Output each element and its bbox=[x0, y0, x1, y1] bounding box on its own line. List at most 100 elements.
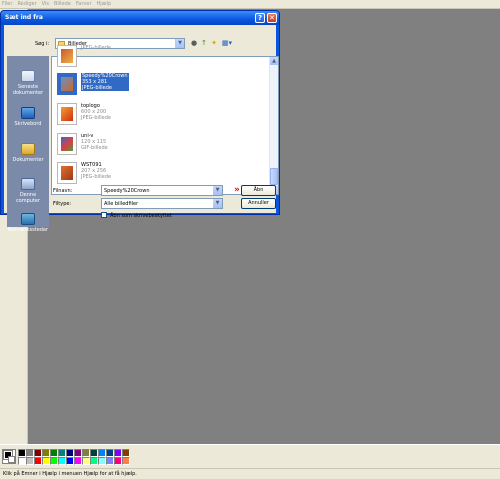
file-type: JPEG-billede bbox=[81, 174, 111, 180]
file-list[interactable]: JPEG-billede Speedy%20Crown 353 x 281 JP… bbox=[51, 45, 279, 195]
color-swatch[interactable] bbox=[90, 457, 98, 465]
chevron-down-icon[interactable]: ▼ bbox=[213, 186, 222, 195]
readonly-checkbox[interactable] bbox=[101, 212, 107, 218]
file-type: GIF-billede bbox=[81, 145, 108, 151]
file-type: JPEG-billede bbox=[82, 85, 112, 91]
color-swatch[interactable] bbox=[42, 449, 50, 457]
color-swatch[interactable] bbox=[26, 457, 34, 465]
place-documents[interactable]: Dokumenter bbox=[7, 143, 49, 163]
file-thumbnail bbox=[57, 162, 77, 184]
color-swatch[interactable] bbox=[58, 449, 66, 457]
color-swatch[interactable] bbox=[106, 449, 114, 457]
place-label: Dokumenter bbox=[12, 157, 44, 163]
color-swatch[interactable] bbox=[66, 449, 74, 457]
color-swatch[interactable] bbox=[18, 457, 26, 465]
color-swatch[interactable] bbox=[114, 457, 122, 465]
scroll-thumb[interactable] bbox=[270, 168, 278, 185]
open-button[interactable]: Åbn bbox=[241, 185, 276, 196]
file-thumbnail bbox=[57, 45, 77, 67]
color-swatch[interactable] bbox=[74, 457, 82, 465]
color-swatch[interactable] bbox=[74, 449, 82, 457]
dialog-title: Sæt ind fra bbox=[5, 14, 43, 21]
color-swatch[interactable] bbox=[66, 457, 74, 465]
color-swatch[interactable] bbox=[34, 457, 42, 465]
file-type: JPEG-billede bbox=[81, 45, 111, 51]
list-item[interactable]: uni-v 120 x 115 GIF-billede bbox=[57, 131, 257, 157]
place-label: Seneste dokumenter bbox=[12, 84, 44, 96]
insert-from-dialog: Sæt ind fra ? ✕ Søg i: Billeder ▼ ● ↑ ✦ … bbox=[0, 10, 280, 233]
lookin-label: Søg i: bbox=[35, 41, 50, 47]
status-text: Klik på Emner i Hjælp i menuen Hjælp for… bbox=[3, 471, 137, 477]
scroll-up-icon[interactable]: ▲ bbox=[270, 57, 278, 65]
file-info: toplogo 600 x 200 JPEG-billede bbox=[81, 103, 111, 121]
filename-field[interactable]: Speedy%20Crown ▼ bbox=[101, 185, 223, 196]
color-swatch[interactable] bbox=[98, 457, 106, 465]
color-swatch[interactable] bbox=[34, 449, 42, 457]
menu-view[interactable]: Vis bbox=[42, 1, 49, 7]
dialog-titlebar[interactable]: Sæt ind fra ? ✕ bbox=[1, 11, 279, 25]
file-list-scrollbar[interactable]: ▲ ▼ bbox=[269, 57, 278, 194]
dialog-client: Søg i: Billeder ▼ ● ↑ ✦ ▦▾ Seneste dokum… bbox=[4, 25, 279, 233]
color-swatch[interactable] bbox=[50, 449, 58, 457]
recent-documents-icon bbox=[21, 70, 35, 82]
background-color bbox=[8, 456, 15, 463]
color-swatch[interactable] bbox=[58, 457, 66, 465]
menu-help[interactable]: Hjælp bbox=[97, 1, 112, 7]
color-swatch[interactable] bbox=[18, 449, 26, 457]
filetype-value: Alle billedfiler bbox=[104, 201, 139, 207]
color-swatch[interactable] bbox=[50, 457, 58, 465]
menu-file[interactable]: Filer bbox=[2, 1, 12, 7]
filetype-label: Filtype: bbox=[53, 201, 72, 207]
file-info: Speedy%20Crown 353 x 281 JPEG-billede bbox=[81, 73, 129, 91]
filename-label: Filnavn: bbox=[53, 188, 73, 194]
list-item[interactable]: WST091 207 x 256 JPEG-billede bbox=[57, 160, 257, 186]
color-swatch[interactable] bbox=[82, 449, 90, 457]
close-icon[interactable]: ✕ bbox=[267, 13, 277, 23]
color-swatch[interactable] bbox=[26, 449, 34, 457]
red-arrow-icon: » bbox=[234, 185, 240, 195]
place-recent[interactable]: Seneste dokumenter bbox=[7, 70, 49, 96]
file-thumbnail bbox=[57, 73, 77, 95]
color-swatch[interactable] bbox=[98, 449, 106, 457]
my-documents-icon bbox=[21, 143, 35, 155]
help-icon[interactable]: ? bbox=[255, 13, 265, 23]
status-bar: Klik på Emner i Hjælp i menuen Hjælp for… bbox=[0, 468, 500, 479]
menu-edit[interactable]: Rediger bbox=[17, 1, 36, 7]
current-colors bbox=[2, 449, 16, 464]
chevron-down-icon[interactable]: ▼ bbox=[213, 199, 222, 208]
list-item[interactable]: JPEG-billede bbox=[57, 43, 257, 69]
places-bar: Seneste dokumenter Skrivebord Dokumenter… bbox=[7, 56, 49, 233]
color-swatch[interactable] bbox=[122, 449, 130, 457]
place-label: Netværkssteder bbox=[7, 227, 49, 233]
file-type: JPEG-billede bbox=[81, 115, 111, 121]
color-swatch[interactable] bbox=[90, 449, 98, 457]
file-info: uni-v 120 x 115 GIF-billede bbox=[81, 133, 108, 151]
place-label: Skrivebord bbox=[14, 121, 42, 127]
menu-colors[interactable]: Farver bbox=[76, 1, 92, 7]
menu-image[interactable]: Billede bbox=[54, 1, 71, 7]
list-item[interactable]: toplogo 600 x 200 JPEG-billede bbox=[57, 101, 257, 127]
place-label: Denne computer bbox=[15, 192, 41, 204]
color-swatch[interactable] bbox=[82, 457, 90, 465]
filetype-select[interactable]: Alle billedfiler ▼ bbox=[101, 198, 223, 209]
color-swatch[interactable] bbox=[114, 449, 122, 457]
menu-bar: Filer Rediger Vis Billede Farver Hjælp bbox=[0, 0, 500, 9]
color-swatch[interactable] bbox=[106, 457, 114, 465]
place-desktop[interactable]: Skrivebord bbox=[7, 107, 49, 127]
color-swatch[interactable] bbox=[122, 457, 130, 465]
color-swatches bbox=[18, 449, 130, 465]
list-item[interactable]: Speedy%20Crown 353 x 281 JPEG-billede bbox=[57, 71, 257, 97]
cancel-button[interactable]: Annuller bbox=[241, 198, 276, 209]
file-info: WST091 207 x 256 JPEG-billede bbox=[81, 162, 111, 180]
place-network[interactable]: Netværkssteder bbox=[7, 213, 49, 233]
readonly-label: Åbn som skrivebeskyttet bbox=[110, 213, 172, 219]
place-computer[interactable]: Denne computer bbox=[7, 178, 49, 204]
file-thumbnail bbox=[57, 133, 77, 155]
filename-value: Speedy%20Crown bbox=[104, 188, 150, 194]
file-thumbnail bbox=[57, 103, 77, 125]
my-computer-icon bbox=[21, 178, 35, 190]
desktop-icon bbox=[21, 107, 35, 119]
file-info: JPEG-billede bbox=[81, 45, 111, 51]
color-palette bbox=[0, 444, 500, 468]
color-swatch[interactable] bbox=[42, 457, 50, 465]
